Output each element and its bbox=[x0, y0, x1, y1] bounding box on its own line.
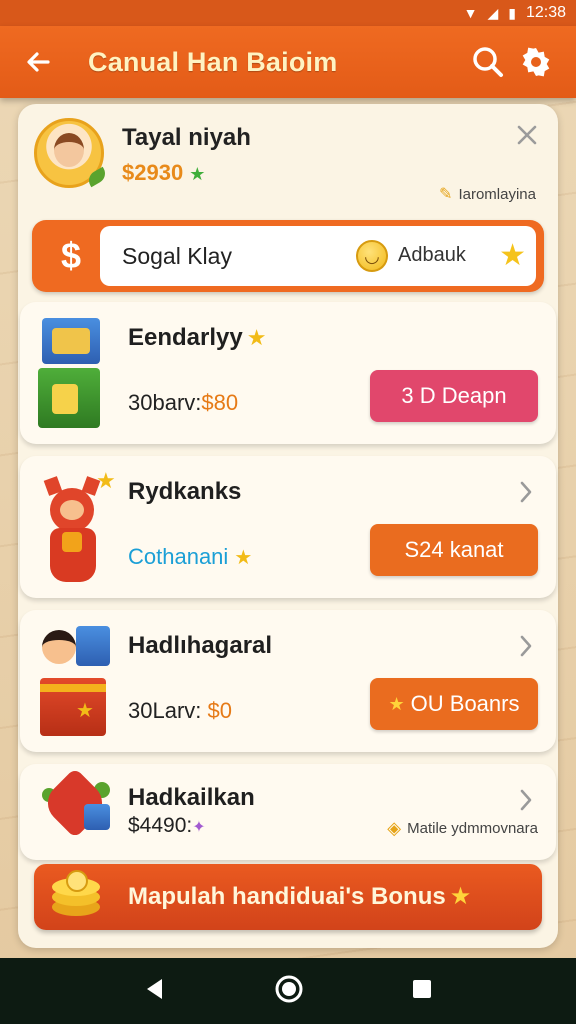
star-icon: ★ bbox=[246, 325, 267, 350]
square-recents-icon bbox=[412, 979, 431, 998]
promo-field[interactable]: Sogal Klay ◡ Adbauk ★ bbox=[100, 226, 536, 286]
card-sub-text: Cothanani bbox=[128, 544, 229, 569]
card-note: ◈ Matile ydmmovnara bbox=[387, 818, 538, 839]
gift-box-illustration bbox=[36, 314, 116, 432]
nav-back-button[interactable] bbox=[142, 976, 168, 1007]
system-nav-bar bbox=[0, 958, 576, 1024]
card-title: Eendarlyy ★ bbox=[128, 324, 266, 352]
avatar-face bbox=[54, 133, 84, 167]
card-action-button[interactable]: ★ OU Boanrs bbox=[370, 678, 538, 730]
offer-card[interactable]: Eendarlyy ★ 30barv:$80 3 D Deapn bbox=[20, 302, 556, 444]
card-sub-text: $4490: bbox=[128, 814, 193, 837]
sparkle-icon: ✦ bbox=[192, 819, 206, 836]
coin-stack-icon bbox=[48, 870, 104, 924]
offer-card[interactable]: Hadkailkan $4490:✦ ◈ Matile ydmmovnara bbox=[20, 764, 556, 860]
star-icon: ★ bbox=[499, 239, 526, 272]
signal-icon: ◢ bbox=[487, 4, 499, 21]
profile-tag: ✎ Iaromlayina bbox=[439, 184, 536, 204]
card-subtitle: 30Larv: $0 bbox=[128, 698, 232, 724]
settings-button[interactable] bbox=[512, 38, 560, 86]
promo-right-text: Adbauk bbox=[398, 244, 466, 266]
bonus-label-text: Mapulah handiduai's Bonus bbox=[128, 883, 446, 910]
offer-card[interactable]: ★ Rydkanks Cothanani ★ S24 kanat bbox=[20, 456, 556, 598]
chevron-right-icon[interactable] bbox=[514, 632, 538, 660]
close-button[interactable] bbox=[510, 118, 544, 152]
card-title: Hadlıhagaral bbox=[128, 632, 273, 659]
button-label: S24 kanat bbox=[404, 537, 504, 562]
search-button[interactable] bbox=[464, 38, 512, 86]
nav-recents-button[interactable] bbox=[410, 977, 434, 1006]
battery-icon: ▮ bbox=[508, 4, 516, 21]
status-bar: ▼ ◢ ▮ 12:38 bbox=[0, 0, 576, 26]
card-title: Hadkailkan bbox=[128, 784, 255, 811]
card-title-text: Eendarlyy bbox=[128, 324, 243, 351]
profile-header: Tayal niyah $2930 ★ ✎ Iaromlayina bbox=[34, 118, 544, 210]
profile-tag-text: Iaromlayina bbox=[458, 185, 536, 203]
avatar[interactable] bbox=[34, 118, 109, 188]
coin-icon: ◈ bbox=[387, 818, 402, 838]
gear-icon bbox=[522, 47, 550, 77]
chevron-right-icon[interactable] bbox=[514, 478, 538, 506]
chevron-right-icon[interactable] bbox=[514, 786, 538, 814]
button-label: OU Boanrs bbox=[410, 691, 520, 716]
card-sub-value: $80 bbox=[201, 390, 239, 415]
wifi-icon: ▼ bbox=[463, 5, 478, 21]
star-icon: ★ bbox=[76, 700, 94, 722]
status-time: 12:38 bbox=[525, 4, 566, 21]
dollar-icon: $ bbox=[60, 235, 82, 276]
card-subtitle: 30barv:$80 bbox=[128, 390, 238, 416]
card-note-text: Matile ydmmovnara bbox=[407, 820, 538, 837]
search-icon bbox=[473, 47, 503, 77]
card-subtitle: $4490:✦ bbox=[128, 814, 206, 838]
main-panel: Tayal niyah $2930 ★ ✎ Iaromlayina $ Sogal… bbox=[18, 104, 558, 948]
star-icon: ★ bbox=[388, 693, 405, 714]
circle-home-icon bbox=[275, 975, 303, 1002]
heart-gift-illustration bbox=[36, 767, 116, 844]
star-icon: ★ bbox=[449, 883, 472, 910]
triangle-back-icon bbox=[147, 978, 163, 999]
profile-balance: $2930 ★ bbox=[122, 160, 205, 186]
back-arrow-icon bbox=[27, 52, 50, 72]
star-icon: ★ bbox=[189, 164, 206, 184]
profile-name: Tayal niyah bbox=[122, 124, 251, 151]
bonus-button[interactable]: Mapulah handiduai's Bonus ★ bbox=[34, 864, 542, 930]
pencil-icon: ✎ bbox=[439, 186, 453, 203]
card-sub-prefix: 30Larv: bbox=[128, 698, 208, 723]
card-sub-prefix: 30barv: bbox=[128, 390, 202, 415]
card-subtitle: Cothanani ★ bbox=[128, 544, 252, 570]
smiley-icon: ◡ bbox=[356, 240, 388, 272]
red-character-illustration: ★ bbox=[36, 468, 116, 586]
balance-value: $2930 bbox=[122, 160, 184, 185]
card-action-button[interactable]: 3 D Deapn bbox=[370, 370, 538, 422]
bonus-label: Mapulah handiduai's Bonus ★ bbox=[128, 882, 471, 911]
button-label: 3 D Deapn bbox=[401, 383, 507, 408]
leaf-icon bbox=[85, 166, 109, 188]
promo-field-text: Sogal Klay bbox=[122, 243, 232, 269]
card-action-button[interactable]: S24 kanat bbox=[370, 524, 538, 576]
app-title: Canual Han Baioim bbox=[88, 46, 338, 77]
star-icon: ★ bbox=[96, 468, 116, 493]
back-button[interactable] bbox=[16, 40, 60, 84]
girl-gift-illustration: ★ bbox=[36, 622, 116, 740]
star-icon: ★ bbox=[234, 547, 253, 569]
offer-card[interactable]: ★ Hadlıhagaral 30Larv: $0 ★ OU Boanrs bbox=[20, 610, 556, 752]
close-icon bbox=[517, 125, 537, 145]
promo-bar: $ Sogal Klay ◡ Adbauk ★ bbox=[32, 220, 544, 292]
card-title: Rydkanks bbox=[128, 478, 242, 505]
app-bar: Canual Han Baioim bbox=[0, 26, 576, 98]
nav-home-button[interactable] bbox=[273, 973, 305, 1010]
card-sub-value: $0 bbox=[207, 698, 232, 723]
